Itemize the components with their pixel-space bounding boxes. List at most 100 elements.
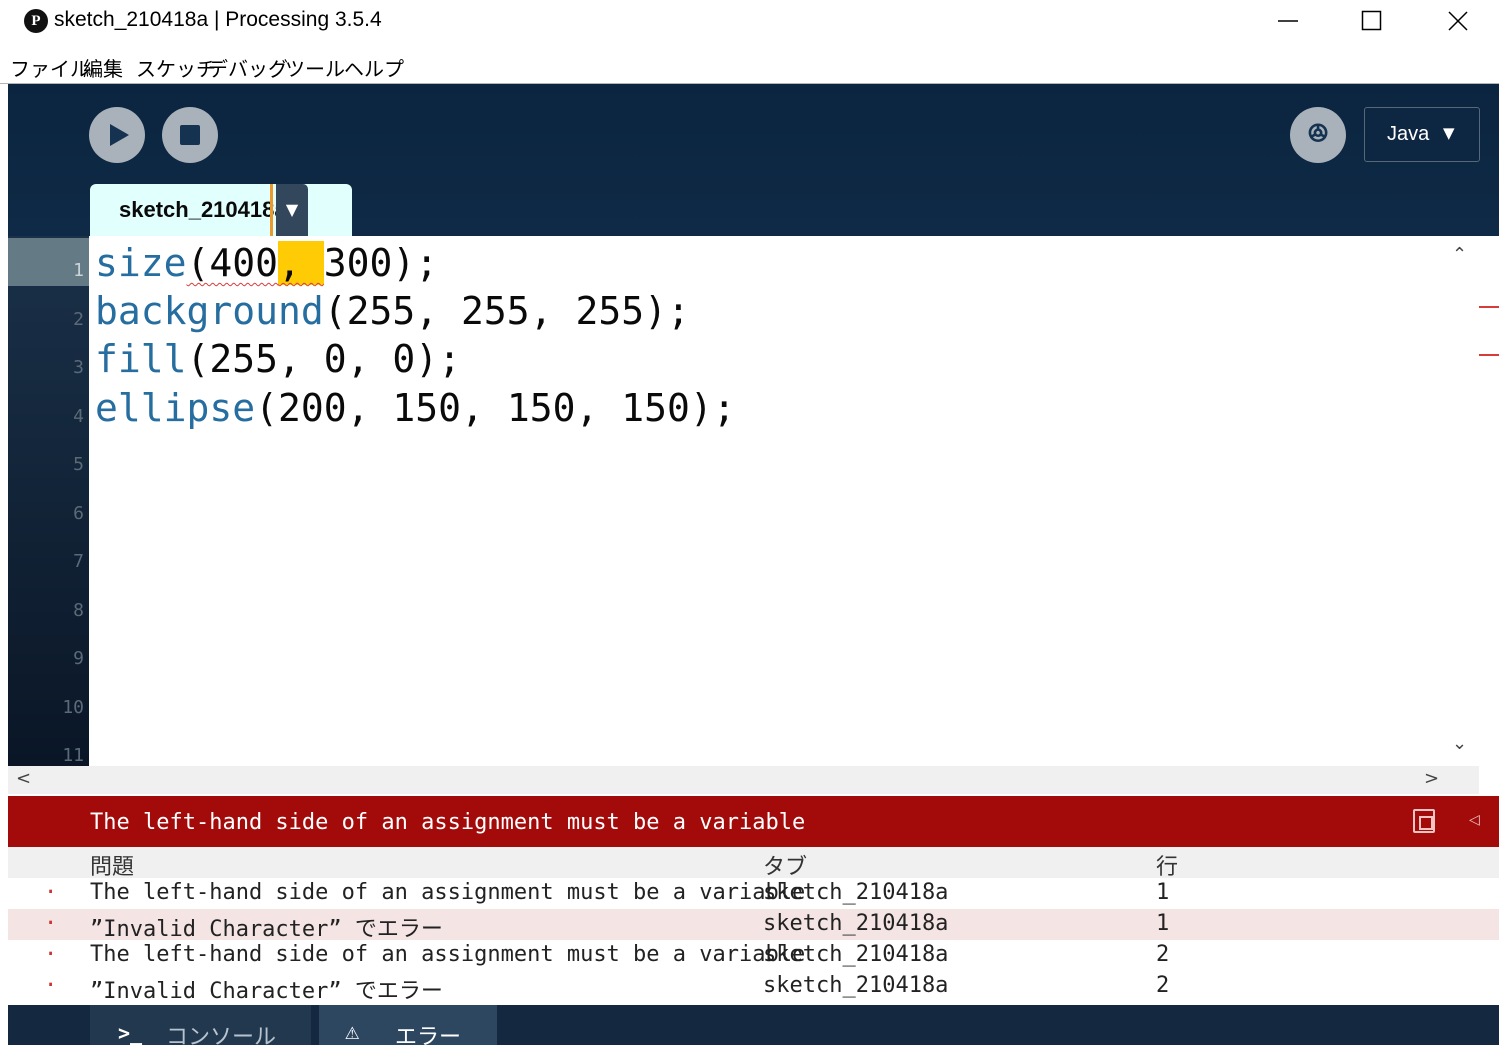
function-name: fill (95, 337, 187, 381)
code-line[interactable]: background(255, 255, 255); (95, 289, 690, 333)
error-marker[interactable] (1479, 354, 1499, 356)
close-button[interactable] (1422, 0, 1494, 44)
window-title: sketch_210418a | Processing 3.5.4 (54, 8, 382, 31)
window-border (0, 84, 8, 1045)
scroll-up-icon[interactable]: ⌃ (1452, 244, 1467, 265)
close-icon (1448, 11, 1468, 31)
debug-button[interactable]: ꔮ (1290, 107, 1346, 163)
line-number: 2 (73, 309, 84, 330)
caret-down-icon: ▼ (1443, 124, 1455, 142)
run-button[interactable] (89, 107, 145, 163)
line-number: 9 (73, 648, 84, 669)
code-args: (400 (186, 241, 279, 285)
problem-text: The left-hand side of an assignment must… (90, 880, 806, 905)
problem-text: ”Invalid Character” でエラー (90, 917, 443, 942)
mode-selector[interactable]: Java ▼ (1364, 107, 1480, 162)
minimize-button[interactable] (1252, 0, 1324, 44)
table-row[interactable]: · The left-hand side of an assignment mu… (8, 940, 1499, 971)
function-name: background (95, 289, 324, 333)
menu-help[interactable]: ヘルプ (344, 53, 404, 82)
bullet: · (44, 973, 58, 998)
tab-label: sketch_210418a (119, 197, 287, 222)
problem-line: 1 (1156, 911, 1170, 936)
table-row[interactable]: · The left-hand side of an assignment mu… (8, 878, 1499, 909)
minimize-icon (1278, 20, 1298, 22)
menu-tools[interactable]: ツール (285, 53, 345, 82)
scroll-left-icon[interactable]: < (16, 768, 31, 789)
problem-line: 2 (1156, 942, 1170, 967)
tab-console[interactable]: >_ コンソール (90, 1005, 311, 1045)
scroll-down-icon[interactable]: ⌄ (1452, 733, 1467, 754)
copy-icon[interactable] (1413, 809, 1435, 833)
line-number: 1 (73, 260, 84, 281)
table-header: 問題 タブ 行 (8, 847, 1499, 881)
problem-tab: sketch_210418a (763, 942, 949, 967)
stop-button[interactable] (162, 107, 218, 163)
error-status-bar: The left-hand side of an assignment must… (8, 796, 1499, 847)
line-number: 6 (73, 503, 84, 524)
menu-file[interactable]: ファイル (10, 53, 90, 82)
tab-menu-button[interactable]: ▼ (276, 184, 308, 236)
problem-tab: sketch_210418a (763, 911, 949, 936)
tab-errors[interactable]: ⚠ エラー (319, 1005, 497, 1045)
function-name: size (95, 241, 187, 285)
column-header-tab[interactable]: タブ (763, 849, 807, 881)
processing-logo-icon: P (24, 9, 48, 33)
table-row[interactable]: · ”Invalid Character” でエラー sketch_210418… (8, 909, 1499, 942)
problem-tab: sketch_210418a (763, 973, 949, 998)
warning-icon: ⚠ (345, 1017, 360, 1045)
error-marker[interactable] (1479, 306, 1499, 308)
debugger-icon: ꔮ (1307, 117, 1329, 150)
problem-line: 1 (1156, 880, 1170, 905)
tab-modified-indicator (270, 184, 273, 236)
horizontal-scrollbar[interactable] (8, 766, 1479, 794)
line-number: 3 (73, 357, 84, 378)
tab-sketch[interactable]: sketch_210418a (90, 184, 352, 236)
maximize-button[interactable] (1336, 0, 1408, 44)
menu-edit[interactable]: 編集 (83, 53, 123, 82)
menu-sketch[interactable]: スケッチ (136, 53, 216, 82)
bullet: · (44, 942, 58, 967)
toolbar: ꔮ Java ▼ sketch_210418a ▼ (8, 84, 1499, 236)
mode-label: Java (1387, 123, 1430, 145)
function-name: ellipse (95, 386, 256, 430)
error-message: The left-hand side of an assignment must… (90, 810, 806, 835)
error-column (1479, 236, 1499, 794)
scroll-right-icon[interactable]: > (1424, 768, 1439, 789)
problem-tab: sketch_210418a (763, 880, 949, 905)
maximize-icon (1361, 10, 1382, 31)
code-args: (255, 0, 0); (186, 337, 462, 381)
bullet: · (44, 911, 58, 936)
line-number: 7 (73, 551, 84, 572)
title-bar: P sketch_210418a | Processing 3.5.4 (0, 0, 1499, 44)
tab-console-label: コンソール (166, 1025, 277, 1045)
problem-line: 2 (1156, 973, 1170, 998)
column-header-line[interactable]: 行 (1156, 849, 1178, 881)
menu-debug[interactable]: デバッグ (208, 53, 288, 82)
tab-errors-label: エラー (395, 1025, 462, 1045)
line-number: 8 (73, 600, 84, 621)
code-line[interactable]: fill(255, 0, 0); (95, 337, 461, 381)
problem-text: The left-hand side of an assignment must… (90, 942, 806, 967)
code-args: 300); (323, 241, 439, 285)
bullet: · (44, 880, 58, 905)
line-number: 5 (73, 454, 84, 475)
code-line[interactable]: size(400, 300); (95, 241, 438, 285)
line-number: 10 (62, 697, 84, 718)
error-highlight: , (278, 241, 324, 285)
footer-tabs: >_ コンソール ⚠ エラー (8, 1005, 1499, 1045)
table-row[interactable]: · ”Invalid Character” でエラー sketch_210418… (8, 971, 1499, 1004)
line-number: 4 (73, 406, 84, 427)
menu-bar: ファイル 編集 スケッチ デバッグ ツール ヘルプ (0, 50, 1499, 82)
code-args: (200, 150, 150, 150); (255, 386, 736, 430)
caret-down-icon: ▼ (285, 200, 299, 219)
console-icon: >_ (118, 1021, 143, 1045)
problem-text: ”Invalid Character” でエラー (90, 979, 443, 1004)
code-editor[interactable]: size(400, 300); background(255, 255, 255… (89, 236, 1450, 766)
problems-table: 問題 タブ 行 · The left-hand side of an assig… (8, 847, 1499, 1005)
code-line[interactable]: ellipse(200, 150, 150, 150); (95, 386, 736, 430)
column-header-problem[interactable]: 問題 (90, 849, 134, 881)
code-args: (255, 255, 255); (323, 289, 690, 333)
vertical-scrollbar[interactable] (1450, 236, 1479, 766)
collapse-icon[interactable]: ◁ (1469, 812, 1480, 828)
